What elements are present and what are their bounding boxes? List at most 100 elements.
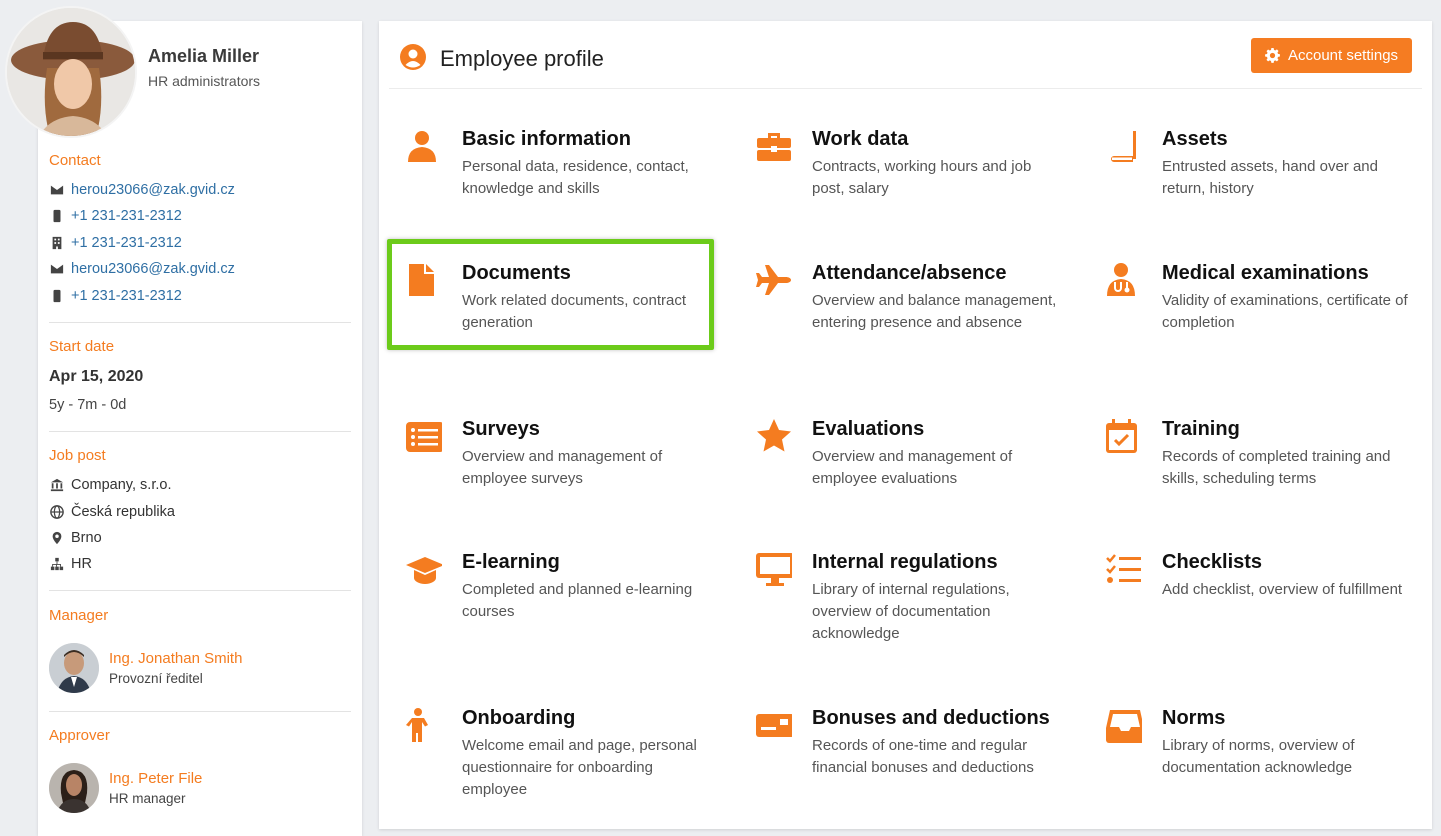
contact-mobile-row-2[interactable]: +1 231-231-2312 [49, 285, 182, 307]
tile-title: Surveys [462, 418, 540, 440]
tile-title: Attendance/absence [812, 262, 1007, 284]
start-date-section-title: Start date [49, 338, 115, 355]
tile-title: Checklists [1162, 551, 1263, 573]
job-post-section-title: Job post [49, 447, 106, 464]
tile-description: Welcome email and page, personal questio… [462, 737, 697, 798]
tile-description: Overview and management of employee eval… [812, 448, 1013, 487]
user-role: HR administrators [148, 73, 261, 89]
job-country-row: Česká republika [49, 501, 175, 523]
job-country: Česká republika [71, 504, 175, 520]
list-icon [406, 418, 444, 454]
contact-email-row-2[interactable]: herou23066@zak.gvid.cz [49, 258, 235, 280]
tile-title: Assets [1162, 128, 1228, 150]
briefcase-icon [756, 128, 792, 164]
star-icon [756, 418, 792, 454]
approver-avatar [49, 763, 99, 813]
approver-section-title: Approver [49, 727, 110, 744]
account-settings-label: Account settings [1287, 47, 1399, 64]
job-company-row: Company, s.r.o. [49, 474, 171, 496]
divider [49, 590, 351, 591]
job-department-row: HR [49, 553, 92, 575]
user-avatar [5, 6, 137, 138]
tile-title: Work data [812, 128, 909, 150]
page-title: Employee profile [440, 46, 604, 71]
approver-card[interactable]: Ing. Peter File HR manager [49, 763, 202, 813]
account-settings-button[interactable]: Account settings [1251, 38, 1412, 73]
job-city: Brno [71, 530, 102, 546]
tile-description: Records of completed training and skills… [1162, 448, 1391, 487]
tile-description: Personal data, residence, contact, knowl… [462, 158, 689, 197]
user-icon [406, 128, 442, 164]
envelope-icon [49, 261, 65, 277]
manager-name[interactable]: Ing. Jonathan Smith [109, 650, 242, 667]
tile-description: Library of norms, overview of documentat… [1162, 737, 1355, 776]
manager-card[interactable]: Ing. Jonathan Smith Provozní ředitel [49, 643, 242, 693]
header-divider [389, 88, 1422, 89]
calendar-check-icon [1106, 418, 1142, 454]
tile-title: Training [1162, 418, 1240, 440]
tile-title: Norms [1162, 707, 1226, 729]
divider [49, 711, 351, 712]
tile-description: Completed and planned e-learning courses [462, 581, 693, 620]
manager-role: Provozní ředitel [109, 671, 203, 686]
job-department: HR [71, 556, 92, 572]
map-pin-icon [49, 530, 65, 546]
gear-icon [1265, 48, 1280, 63]
checklist-icon [1106, 551, 1142, 587]
divider [49, 322, 351, 323]
tile-title: Onboarding [462, 707, 576, 729]
contact-email[interactable]: herou23066@zak.gvid.cz [71, 182, 235, 198]
tile-description: Entrusted assets, hand over and return, … [1162, 158, 1378, 197]
monitor-icon [756, 551, 794, 587]
bank-icon [49, 477, 65, 493]
contact-email-row[interactable]: herou23066@zak.gvid.cz [49, 179, 235, 201]
tile-description: Overview and management of employee surv… [462, 448, 663, 487]
tile-description: Overview and balance management, enterin… [812, 292, 1057, 331]
tile-title: E-learning [462, 551, 560, 573]
employment-duration: 5y - 7m - 0d [49, 397, 127, 413]
book-icon [1106, 128, 1142, 164]
inbox-icon [1106, 707, 1144, 743]
tile-description: Library of internal regulations, overvie… [812, 581, 1010, 642]
tile-description: Records of one-time and regular financia… [812, 737, 1034, 776]
contact-email-2[interactable]: herou23066@zak.gvid.cz [71, 261, 235, 277]
user-circle-icon [400, 44, 426, 70]
start-date-value: Apr 15, 2020 [49, 368, 144, 385]
manager-section-title: Manager [49, 607, 109, 624]
tile-title: Documents [462, 262, 571, 284]
tile-title: Medical examinations [1162, 262, 1369, 284]
child-icon [406, 707, 442, 743]
doctor-icon [1106, 262, 1142, 298]
tile-title: Bonuses and deductions [812, 707, 1050, 729]
tile-description: Work related documents, contract generat… [462, 292, 686, 331]
approver-name[interactable]: Ing. Peter File [109, 770, 202, 787]
approver-role: HR manager [109, 791, 186, 806]
job-city-row: Brno [49, 527, 102, 549]
user-name: Amelia Miller [148, 46, 260, 66]
job-company: Company, s.r.o. [71, 477, 172, 493]
tile-title: Basic information [462, 128, 631, 150]
mobile-icon [49, 288, 65, 304]
tile-title: Evaluations [812, 418, 925, 440]
file-icon [406, 262, 442, 298]
contact-office-row[interactable]: +1 231-231-2312 [49, 232, 182, 254]
graduation-cap-icon [406, 551, 444, 587]
tile-description: Validity of examinations, certificate of… [1162, 292, 1408, 331]
divider [49, 431, 351, 432]
globe-icon [49, 504, 65, 520]
contact-office-phone[interactable]: +1 231-231-2312 [71, 235, 182, 251]
tile-title: Internal regulations [812, 551, 998, 573]
plane-icon [756, 262, 792, 298]
tile-description: Contracts, working hours and job post, s… [812, 158, 1032, 197]
contact-mobile-row[interactable]: +1 231-231-2312 [49, 205, 182, 227]
contact-section-title: Contact [49, 152, 101, 169]
sitemap-icon [49, 556, 65, 572]
envelope-icon [49, 182, 65, 198]
contact-mobile[interactable]: +1 231-231-2312 [71, 208, 182, 224]
mobile-icon [49, 208, 65, 224]
building-icon [49, 235, 65, 251]
contact-mobile-2[interactable]: +1 231-231-2312 [71, 288, 182, 304]
manager-avatar [49, 643, 99, 693]
profile-sidebar [38, 21, 362, 836]
tile-description: Add checklist, overview of fulfillment [1162, 581, 1403, 598]
